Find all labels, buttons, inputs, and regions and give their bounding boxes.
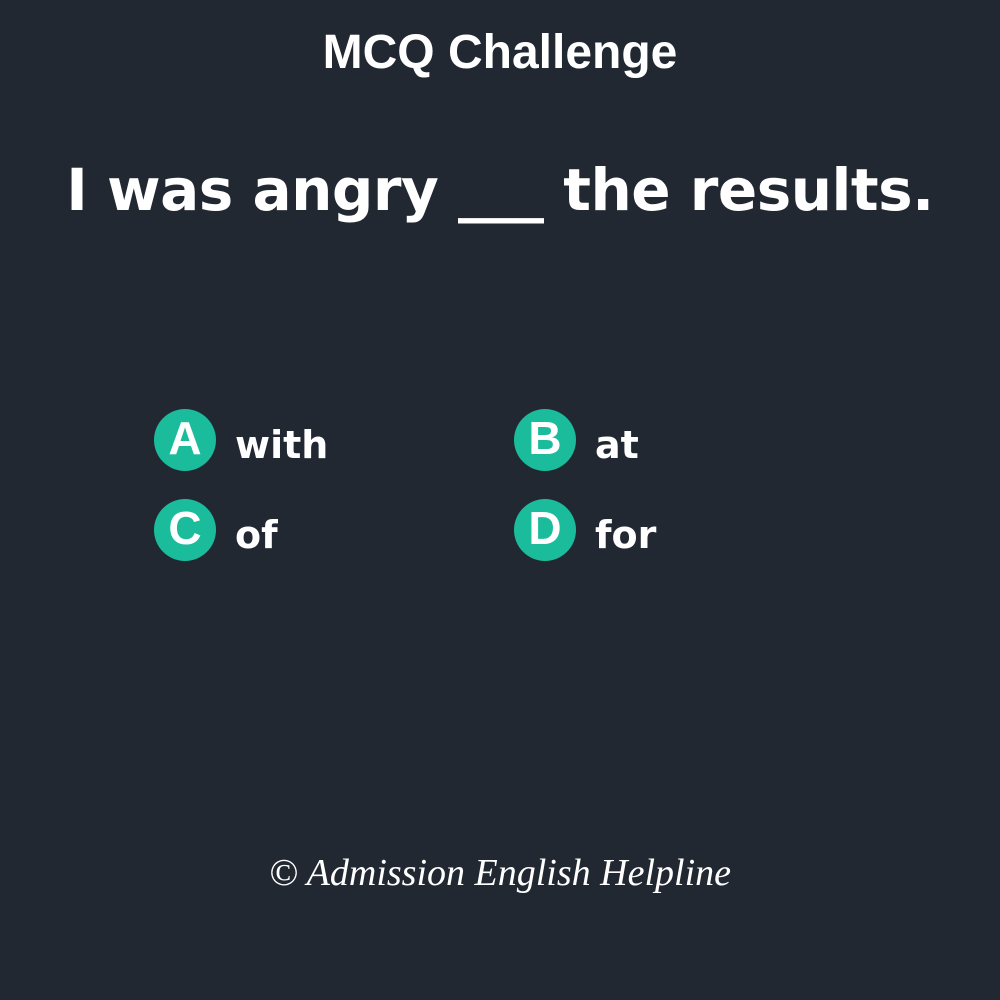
option-d[interactable]: D for bbox=[514, 499, 656, 561]
option-d-text: for bbox=[595, 513, 657, 557]
page-title: MCQ Challenge bbox=[322, 26, 678, 79]
option-a-badge: A bbox=[154, 409, 216, 471]
option-b-badge: B bbox=[514, 409, 576, 471]
option-a[interactable]: A with bbox=[154, 409, 328, 471]
option-b-text: at bbox=[595, 423, 639, 467]
option-c-badge: C bbox=[154, 499, 216, 561]
option-d-badge: D bbox=[514, 499, 576, 561]
question-text: I was angry ___ the results. bbox=[66, 156, 934, 224]
option-a-text: with bbox=[235, 423, 329, 467]
option-c[interactable]: C of bbox=[154, 499, 278, 561]
option-c-text: of bbox=[235, 513, 278, 557]
option-b[interactable]: B at bbox=[514, 409, 639, 471]
copyright-footer: © Admission English Helpline bbox=[269, 852, 731, 894]
